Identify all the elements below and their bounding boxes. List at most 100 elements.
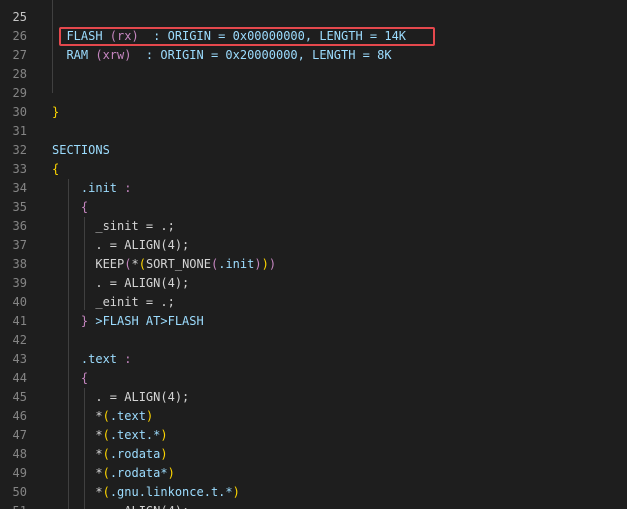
line-code: } <box>52 103 59 122</box>
code-token: KEEP <box>52 257 125 271</box>
code-line[interactable]: 30} <box>0 103 627 122</box>
line-number: 35 <box>12 200 27 214</box>
line-number: 42 <box>12 333 27 347</box>
line-number: 28 <box>12 67 27 81</box>
line-code: *(.rodata*) <box>52 464 175 483</box>
code-token: ) <box>232 485 240 499</box>
line-number: 38 <box>12 257 27 271</box>
line-code: *(.text.*) <box>52 426 167 445</box>
code-line[interactable]: 27 RAM (xrw) : ORIGIN = 0x20000000, LENG… <box>0 46 627 65</box>
code-token: : <box>124 181 132 195</box>
line-code: *(.gnu.linkonce.t.*) <box>52 483 240 502</box>
code-token: >FLASH AT>FLASH <box>95 314 204 328</box>
line-number: 45 <box>12 390 27 404</box>
code-line[interactable]: 45 . = ALIGN(4); <box>0 388 627 407</box>
code-line[interactable]: 25 <box>0 8 627 27</box>
code-token: . = ALIGN(4); <box>52 504 189 509</box>
code-token: { <box>52 162 60 176</box>
line-number: 46 <box>12 409 27 423</box>
code-token: .gnu.linkonce.t.* <box>109 485 233 499</box>
code-token: .text.* <box>109 428 161 442</box>
highlight-box <box>59 27 435 46</box>
code-token: ( <box>102 466 110 480</box>
line-number: 44 <box>12 371 27 385</box>
code-token: * <box>52 409 103 423</box>
line-code: { <box>52 160 59 179</box>
line-code: . = ALIGN(4); <box>52 502 189 509</box>
code-token: SECTIONS <box>52 143 110 157</box>
code-token: * <box>52 428 103 442</box>
line-number: 27 <box>12 48 27 62</box>
code-token: * <box>52 466 103 480</box>
line-number: 50 <box>12 485 27 499</box>
code-line[interactable]: 46 *(.text) <box>0 407 627 426</box>
line-code: KEEP(*(SORT_NONE(.init))) <box>52 255 276 274</box>
line-number: 32 <box>12 143 27 157</box>
code-token: ) <box>261 257 269 271</box>
code-line[interactable]: 32 SECTIONS <box>0 141 627 160</box>
code-token: ( <box>102 485 110 499</box>
code-token: ) <box>160 447 168 461</box>
line-code: *(.rodata) <box>52 445 168 464</box>
code-token: { <box>52 200 89 214</box>
code-token: (xrw) <box>95 48 132 62</box>
code-token: * <box>131 257 139 271</box>
line-number: 47 <box>12 428 27 442</box>
code-line[interactable]: 40 _einit = .; <box>0 293 627 312</box>
code-token: . = ALIGN(4); <box>52 390 190 404</box>
code-line[interactable]: 36 _sinit = .; <box>0 217 627 236</box>
code-token: { <box>52 371 89 385</box>
code-line[interactable]: 39 . = ALIGN(4); <box>0 274 627 293</box>
code-line[interactable]: 34 .init : <box>0 179 627 198</box>
code-line[interactable]: 44 { <box>0 369 627 388</box>
line-number: 43 <box>12 352 27 366</box>
code-token: ) <box>167 466 175 480</box>
code-line[interactable]: 50 *(.gnu.linkonce.t.*) <box>0 483 627 502</box>
line-number: 33 <box>12 162 27 176</box>
line-code: . = ALIGN(4); <box>52 274 189 293</box>
code-token: .text <box>109 409 146 423</box>
code-token: .init <box>218 257 255 271</box>
line-code: *(.text) <box>52 407 153 426</box>
code-line[interactable]: 42 <box>0 331 627 350</box>
code-token: ) <box>254 257 262 271</box>
line-number: 40 <box>12 295 27 309</box>
code-line[interactable]: 38 KEEP(*(SORT_NONE(.init))) <box>0 255 627 274</box>
code-line[interactable]: 51 . = ALIGN(4); <box>0 502 627 509</box>
line-code: .init : <box>52 179 132 198</box>
code-token: } <box>52 105 60 119</box>
code-token: ( <box>138 257 146 271</box>
line-code: { <box>52 369 88 388</box>
line-code: { <box>52 198 88 217</box>
code-token: . = ALIGN(4); <box>52 238 190 252</box>
code-token: ) <box>268 257 277 271</box>
line-number: 30 <box>12 105 27 119</box>
code-line[interactable]: 43 .text : <box>0 350 627 369</box>
code-line[interactable]: 35 { <box>0 198 627 217</box>
code-line[interactable]: 47 *(.text.*) <box>0 426 627 445</box>
code-line[interactable]: 41 } >FLASH AT>FLASH <box>0 312 627 331</box>
line-code: } >FLASH AT>FLASH <box>52 312 204 331</box>
line-code: RAM (xrw) : ORIGIN = 0x20000000, LENGTH … <box>52 46 392 65</box>
code-line[interactable]: 49 *(.rodata*) <box>0 464 627 483</box>
line-number: 48 <box>12 447 27 461</box>
code-line[interactable]: 29 <box>0 84 627 103</box>
code-token: ) <box>145 409 154 423</box>
code-line[interactable]: 28 <box>0 65 627 84</box>
code-token: SORT_NONE <box>145 257 211 271</box>
code-line[interactable]: 33 { <box>0 160 627 179</box>
code-line[interactable]: 48 *(.rodata) <box>0 445 627 464</box>
code-token: ( <box>102 428 110 442</box>
line-number: 37 <box>12 238 27 252</box>
line-code: _einit = .; <box>52 293 174 312</box>
line-code: . = ALIGN(4); <box>52 388 189 407</box>
code-token: ( <box>102 447 110 461</box>
code-token: * <box>52 485 103 499</box>
code-token: : ORIGIN = 0x20000000, LENGTH = 8K <box>131 48 392 62</box>
line-number: 36 <box>12 219 27 233</box>
code-token: .rodata* <box>109 466 168 480</box>
line-number: 26 <box>12 29 27 43</box>
code-line[interactable]: 37 . = ALIGN(4); <box>0 236 627 255</box>
code-editor[interactable]: 25 26 FLASH (rx) : ORIGIN = 0x00000000, L… <box>0 0 627 509</box>
code-line[interactable]: 31 <box>0 122 627 141</box>
